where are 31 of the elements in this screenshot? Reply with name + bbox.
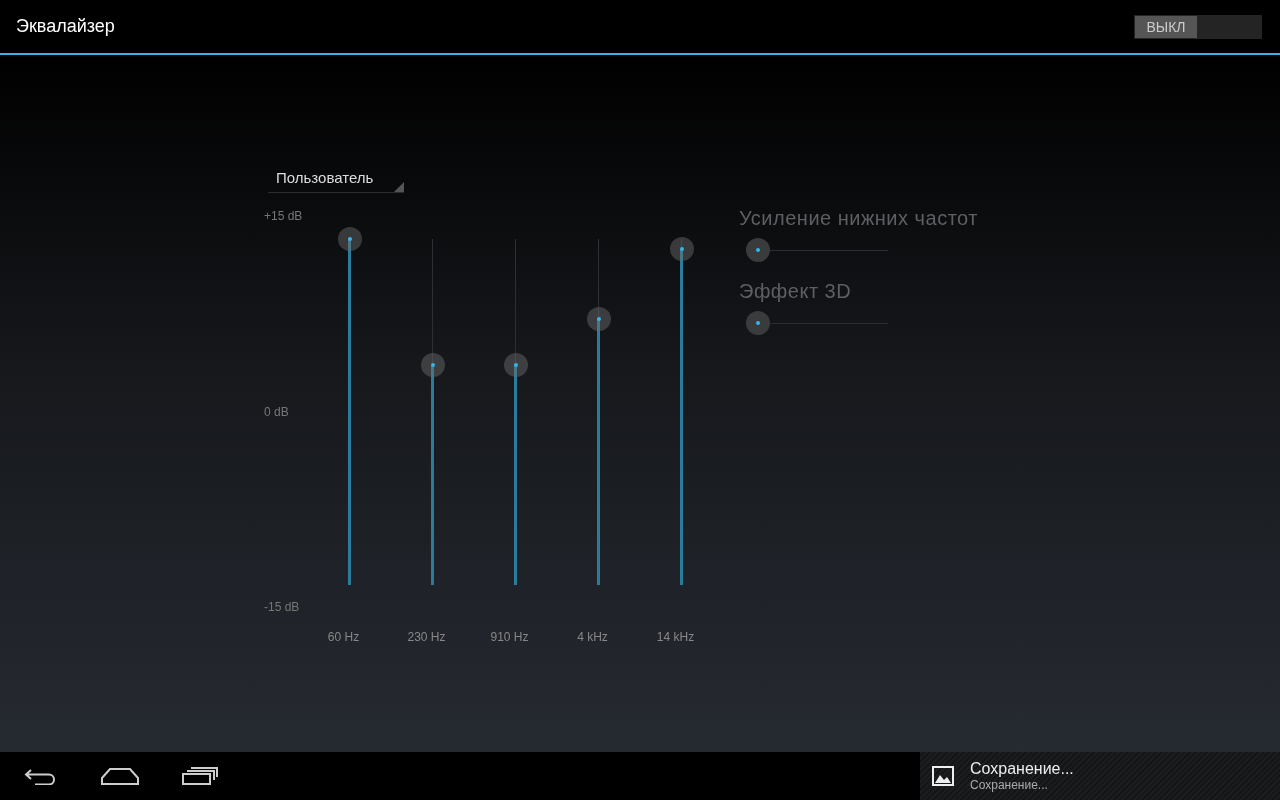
slider-thumb[interactable] — [586, 306, 611, 331]
frequency-label: 14 kHz — [656, 630, 695, 644]
back-arrow-icon — [23, 767, 57, 785]
db-scale-label: +15 dB — [264, 209, 304, 223]
slider-thumb[interactable] — [337, 227, 362, 251]
notification-text: Сохранение... — [970, 778, 1049, 792]
home-icon — [101, 767, 139, 785]
preset-dropdown[interactable]: Пользователь — [268, 167, 404, 193]
slider-thumb[interactable] — [746, 238, 770, 262]
notification-panel[interactable]: Сохранение... Сохранение... — [920, 752, 1280, 800]
power-switch[interactable]: ВЫКЛ — [1134, 14, 1262, 39]
switch-thumb[interactable]: ВЫКЛ — [1135, 15, 1197, 38]
effect-label: Усиление нижних частот — [739, 207, 978, 230]
frequency-label: 230 Hz — [407, 630, 446, 644]
image-icon — [932, 766, 954, 786]
notification-title: Сохранение... — [970, 760, 1074, 778]
frequency-label: 60 Hz — [327, 630, 360, 644]
slider-thumb[interactable] — [669, 237, 694, 262]
db-scale-label: -15 dB — [264, 600, 301, 614]
dropdown-corner-icon — [394, 182, 404, 192]
effect-label: Эффект 3D — [739, 280, 853, 303]
app-title: Эквалайзер — [16, 16, 115, 37]
frequency-label: 4 kHz — [577, 630, 608, 644]
slider-thumb[interactable] — [503, 352, 528, 377]
slider-thumb[interactable] — [420, 352, 445, 377]
db-scale-label: 0 dB — [264, 404, 290, 419]
effect-slider[interactable] — [746, 311, 888, 335]
frequency-label: 910 Hz — [490, 630, 529, 644]
recent-apps-icon — [182, 767, 218, 785]
slider-thumb[interactable] — [746, 311, 770, 335]
effect-slider[interactable] — [746, 238, 888, 262]
